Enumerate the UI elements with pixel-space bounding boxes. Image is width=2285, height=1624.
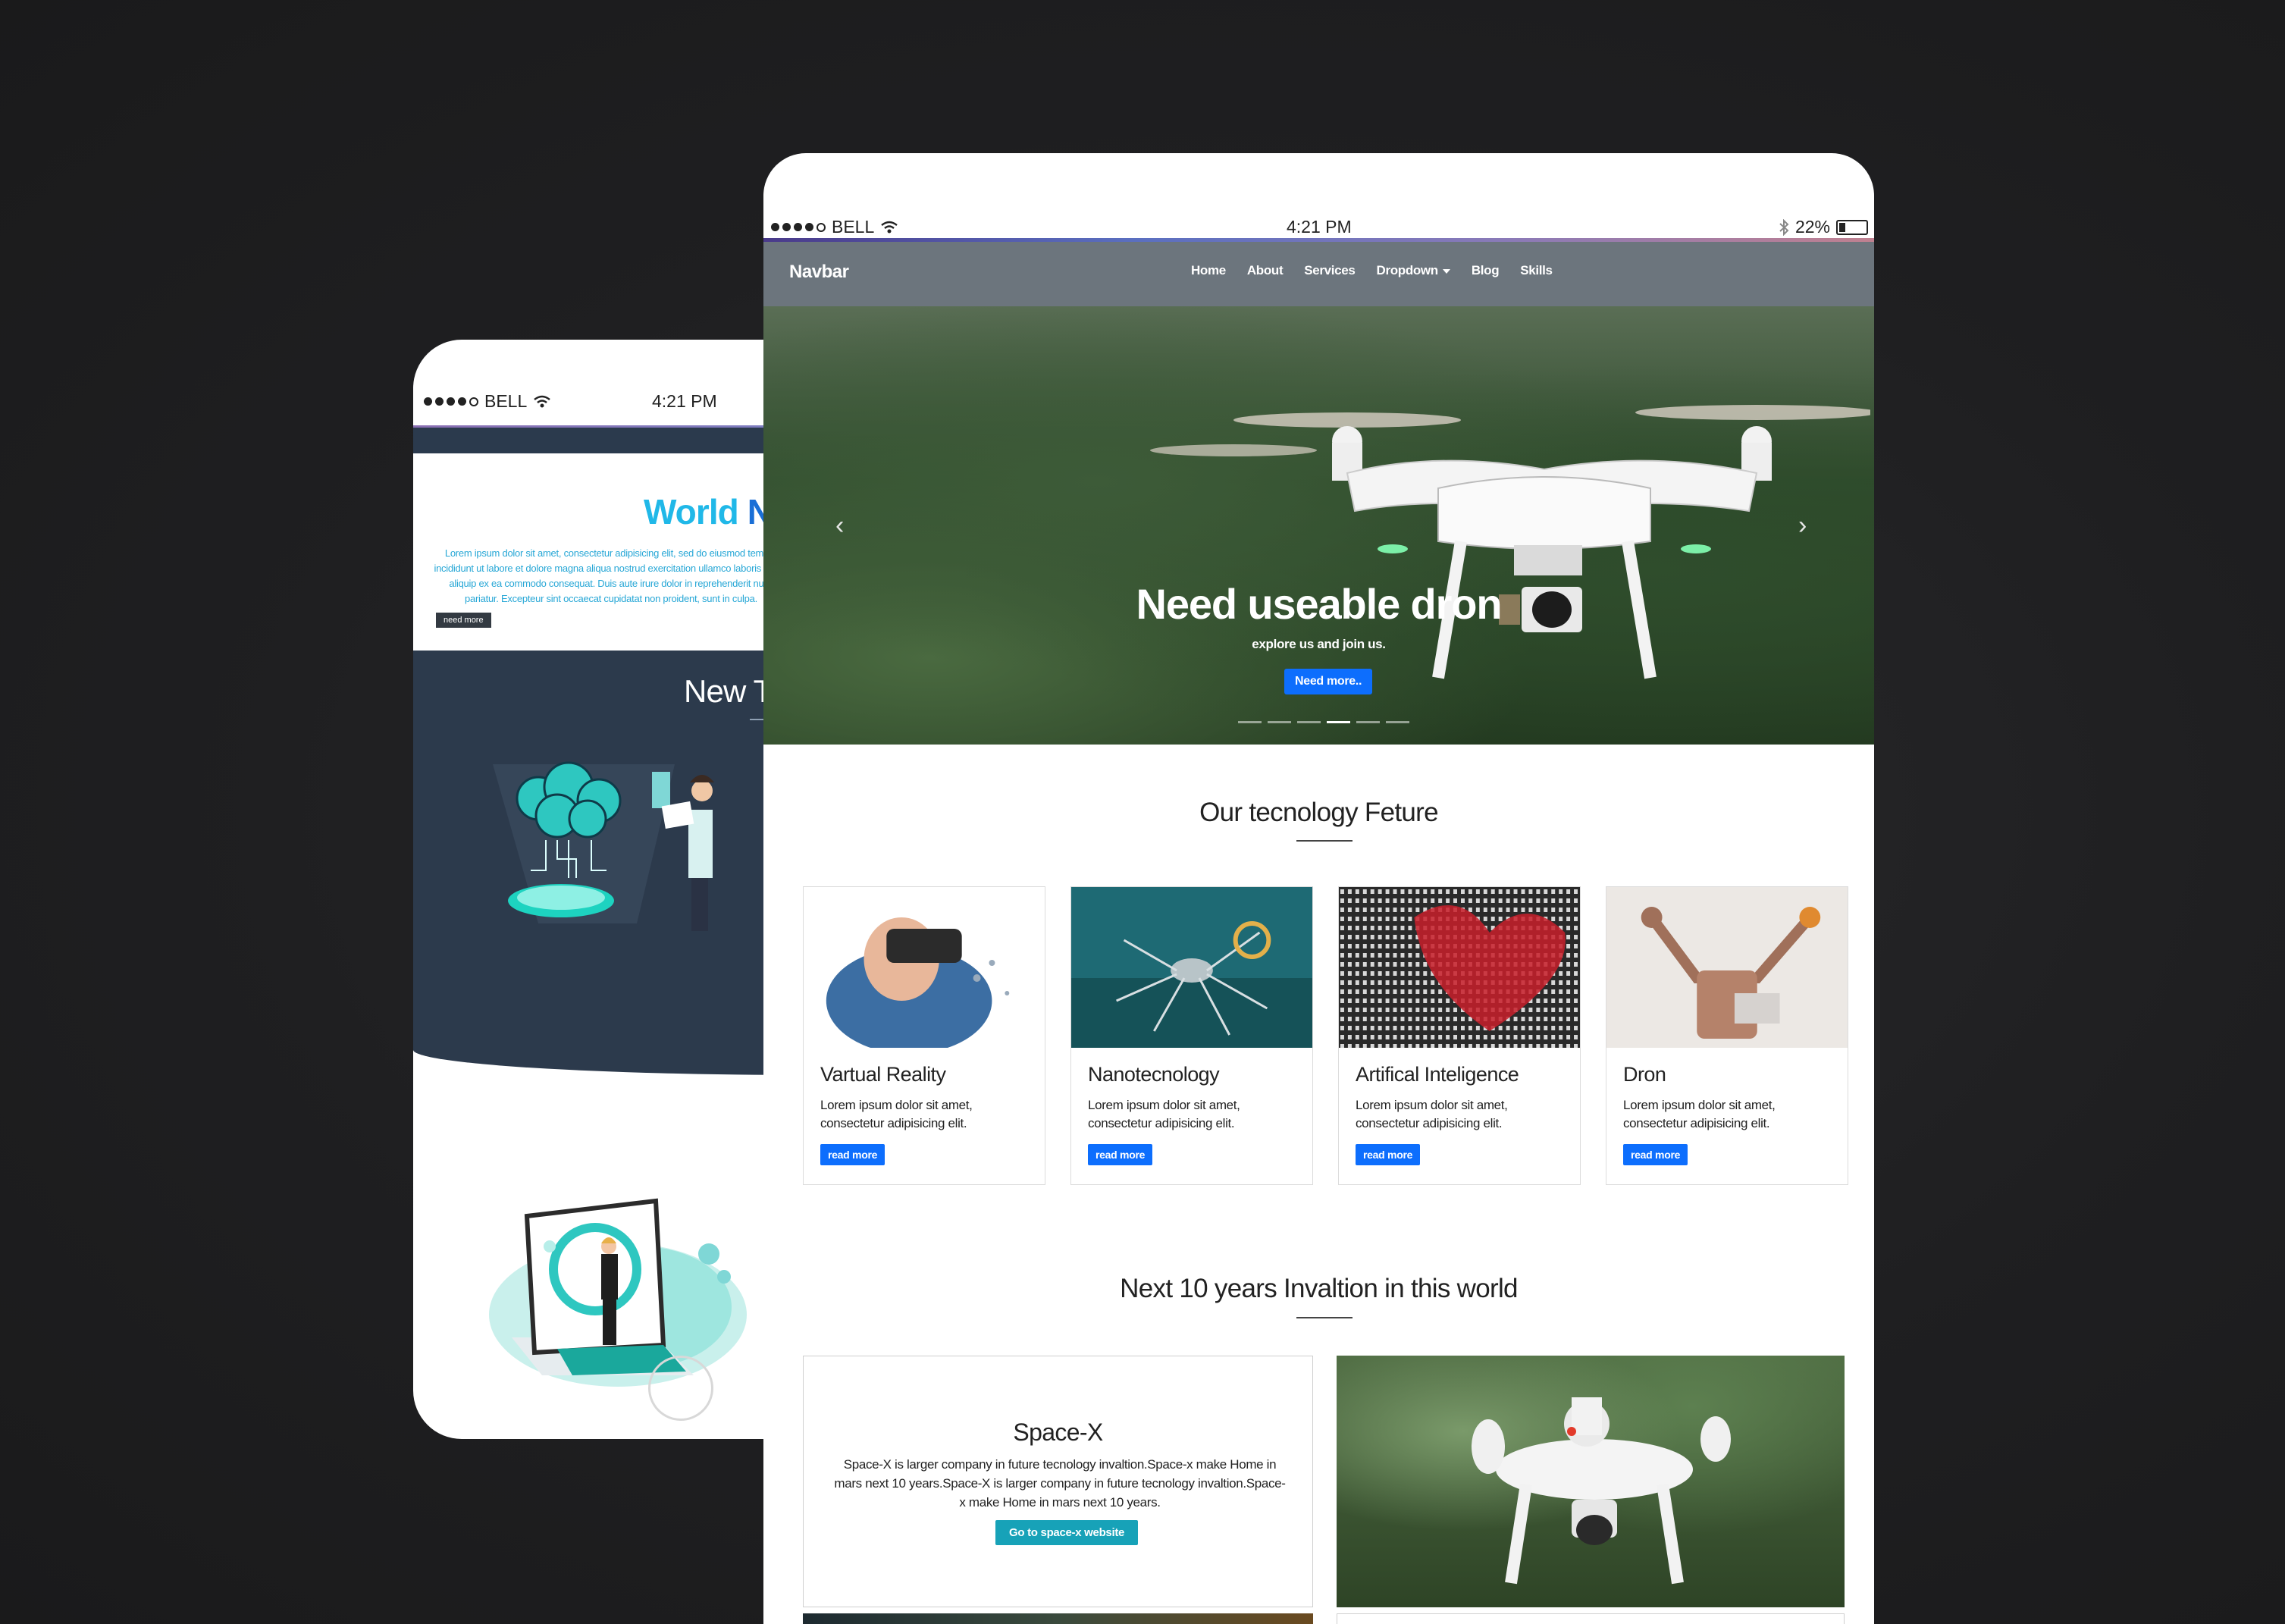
- carrier-label: BELL: [484, 391, 528, 411]
- card-title: Nanotecnology: [1088, 1063, 1220, 1086]
- battery-percent: 22%: [1794, 217, 1830, 237]
- carousel-indicator[interactable]: [1386, 721, 1409, 723]
- card-title: Artifical Inteligence: [1356, 1063, 1519, 1086]
- future-title: Next 10 years Invaltion in this world: [1120, 1274, 1518, 1303]
- card-text: Lorem ipsum dolor sit amet, consectetur …: [1356, 1098, 1508, 1130]
- spacex-card: Space-X Space-X is larger company in fut…: [803, 1356, 1313, 1607]
- spacex-website-button[interactable]: Go to space-x website: [995, 1520, 1139, 1545]
- caret-down-icon: [1442, 268, 1450, 274]
- hero-carousel: ‹ › Need useable dron explore us and joi…: [763, 306, 1874, 745]
- carousel-next-icon[interactable]: ›: [1798, 511, 1807, 541]
- feature-card-ai: Artifical Inteligence Lorem ipsum dolor …: [1338, 886, 1581, 1185]
- carousel-indicator[interactable]: [1356, 721, 1380, 723]
- spacex-text: Space-X is larger company in future tecn…: [834, 1457, 1286, 1510]
- hero-need-more-button[interactable]: Need more..: [1284, 669, 1373, 694]
- nanotech-spider-image: [1071, 887, 1312, 1048]
- phone-carrier: BELL: [424, 391, 551, 412]
- tablet-status-right: 22%: [1779, 217, 1868, 237]
- card-text: Lorem ipsum dolor sit amet, consectetur …: [1088, 1098, 1240, 1130]
- drone-image: [1472, 1397, 1731, 1585]
- navbar-links: Home About Services Dropdown Blog Skills: [1191, 263, 1553, 278]
- drone-part-image: [1606, 887, 1848, 1048]
- read-more-button[interactable]: read more: [820, 1144, 885, 1165]
- spacex-title: Space-X: [1013, 1419, 1103, 1446]
- read-more-button[interactable]: read more: [1623, 1144, 1688, 1165]
- feature-card-nano: Nanotecnology Lorem ipsum dolor sit amet…: [1070, 886, 1313, 1185]
- phone-home-button[interactable]: [648, 1356, 713, 1421]
- phone-time: 4:21 PM: [652, 391, 717, 411]
- bluetooth-icon: [1779, 218, 1789, 236]
- tablet-carrier: BELL: [771, 217, 898, 237]
- navbar: Navbar Home About Services Dropdown Blog…: [763, 242, 1874, 306]
- nav-link-home[interactable]: Home: [1191, 263, 1226, 278]
- read-more-button[interactable]: read more: [1356, 1144, 1421, 1165]
- card-text: Lorem ipsum dolor sit amet, consectetur …: [820, 1098, 973, 1130]
- binary-heart-image: [1339, 887, 1580, 1048]
- signal-icon: [424, 397, 478, 406]
- signal-icon: [771, 222, 826, 232]
- nav-link-about[interactable]: About: [1247, 263, 1284, 278]
- feature-card-dron: Dron Lorem ipsum dolor sit amet, consect…: [1606, 886, 1848, 1185]
- drone-photo: [1337, 1356, 1845, 1607]
- phone-need-more-button[interactable]: need more: [436, 613, 491, 628]
- read-more-button[interactable]: read more: [1088, 1144, 1153, 1165]
- future-title-underline: [1296, 1317, 1353, 1318]
- carrier-label: BELL: [832, 217, 875, 237]
- hero-subtitle: explore us and join us.: [1252, 637, 1386, 651]
- card-title: Dron: [1623, 1063, 1666, 1086]
- carousel-indicator[interactable]: [1297, 721, 1321, 723]
- features-title: Our tecnology Feture: [1199, 798, 1438, 827]
- next-card-image-edge: [803, 1613, 1313, 1624]
- carousel-indicator-active[interactable]: [1327, 721, 1350, 723]
- vr-headset-image: [804, 887, 1045, 1048]
- phone-hero-text: Lorem ipsum dolor sit amet, consectetur …: [434, 547, 788, 604]
- carousel-indicator[interactable]: [1238, 721, 1262, 723]
- hero-title: Need useable dron: [1136, 580, 1503, 628]
- navbar-brand[interactable]: Navbar: [789, 262, 849, 283]
- card-title: Vartual Reality: [820, 1063, 946, 1086]
- laptop-woman-illustration: [489, 1198, 747, 1387]
- carousel-prev-icon[interactable]: ‹: [835, 511, 844, 541]
- nav-link-skills[interactable]: Skills: [1520, 263, 1553, 278]
- nav-link-blog[interactable]: Blog: [1472, 263, 1500, 278]
- nav-dropdown-label: Dropdown: [1376, 263, 1439, 277]
- phone-hero-title-part1: World: [644, 492, 739, 531]
- nav-dropdown[interactable]: Dropdown: [1377, 263, 1450, 278]
- carousel-indicator[interactable]: [1268, 721, 1291, 723]
- tablet-mockup: BELL 4:21 PM 22% Navbar Home About Servi…: [763, 153, 1874, 1624]
- card-text: Lorem ipsum dolor sit amet, consectetur …: [1623, 1098, 1776, 1130]
- features-title-underline: [1296, 840, 1353, 842]
- feature-card-vr: Vartual Reality Lorem ipsum dolor sit am…: [803, 886, 1045, 1185]
- nav-link-services[interactable]: Services: [1304, 263, 1356, 278]
- wifi-icon: [534, 395, 551, 407]
- wifi-icon: [881, 221, 898, 233]
- next-card-edge: [1337, 1613, 1845, 1624]
- tablet-status-bar: BELL 4:21 PM 22%: [763, 214, 1874, 241]
- tablet-time: 4:21 PM: [1287, 217, 1352, 237]
- battery-icon: [1836, 219, 1868, 235]
- brain-cloud-illustration: [493, 761, 714, 931]
- carousel-indicators: [1238, 721, 1409, 723]
